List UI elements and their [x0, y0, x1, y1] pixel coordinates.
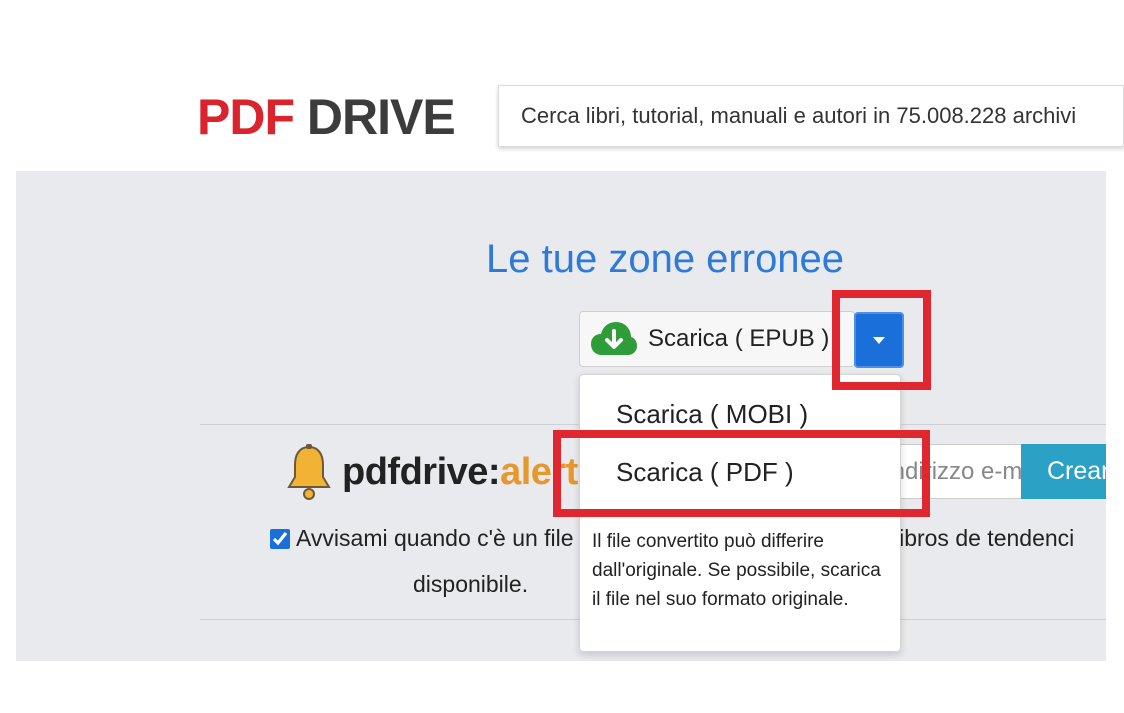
cloud-download-icon	[591, 322, 637, 355]
book-panel: Le tue zone erronee pdfdrive:alert Crear…	[16, 171, 1106, 661]
notify-row: Avvisami quando c'è un file	[270, 525, 574, 552]
notify-text-line2: disponibile.	[413, 571, 529, 597]
download-epub-label: Scarica ( EPUB )	[648, 325, 830, 352]
dropdown-toggle-button[interactable]	[854, 312, 904, 368]
create-alert-button[interactable]: Crear	[1021, 444, 1106, 499]
alert-text-part2: alert	[500, 450, 578, 493]
download-epub-button[interactable]: Scarica ( EPUB )	[579, 311, 855, 367]
search-box[interactable]	[498, 85, 1124, 147]
search-input[interactable]	[499, 86, 1123, 146]
caret-down-icon	[873, 336, 885, 344]
notify-checkbox[interactable]	[270, 528, 290, 549]
logo-pdf: PDF	[197, 89, 295, 145]
conversion-note: Il file convertito può differire dall'or…	[592, 531, 881, 610]
pdfdrive-logo[interactable]: PDF DRIVE	[197, 88, 456, 146]
download-options-menu: Scarica ( MOBI ) Scarica ( PDF ) Il file…	[579, 374, 901, 652]
alert-brand: pdfdrive:alert	[286, 443, 578, 501]
menu-item-pdf[interactable]: Scarica ( PDF )	[616, 457, 794, 488]
notify-text: Avvisami quando c'è un file	[296, 525, 574, 551]
alert-text-part1: pdfdrive:	[342, 450, 501, 493]
bell-icon	[287, 444, 331, 500]
menu-item-mobi[interactable]: Scarica ( MOBI )	[616, 399, 808, 430]
logo-drive: DRIVE	[306, 89, 456, 145]
alert-text: pdfdrive:alert	[342, 451, 578, 494]
book-title: Le tue zone erronee	[486, 237, 845, 281]
